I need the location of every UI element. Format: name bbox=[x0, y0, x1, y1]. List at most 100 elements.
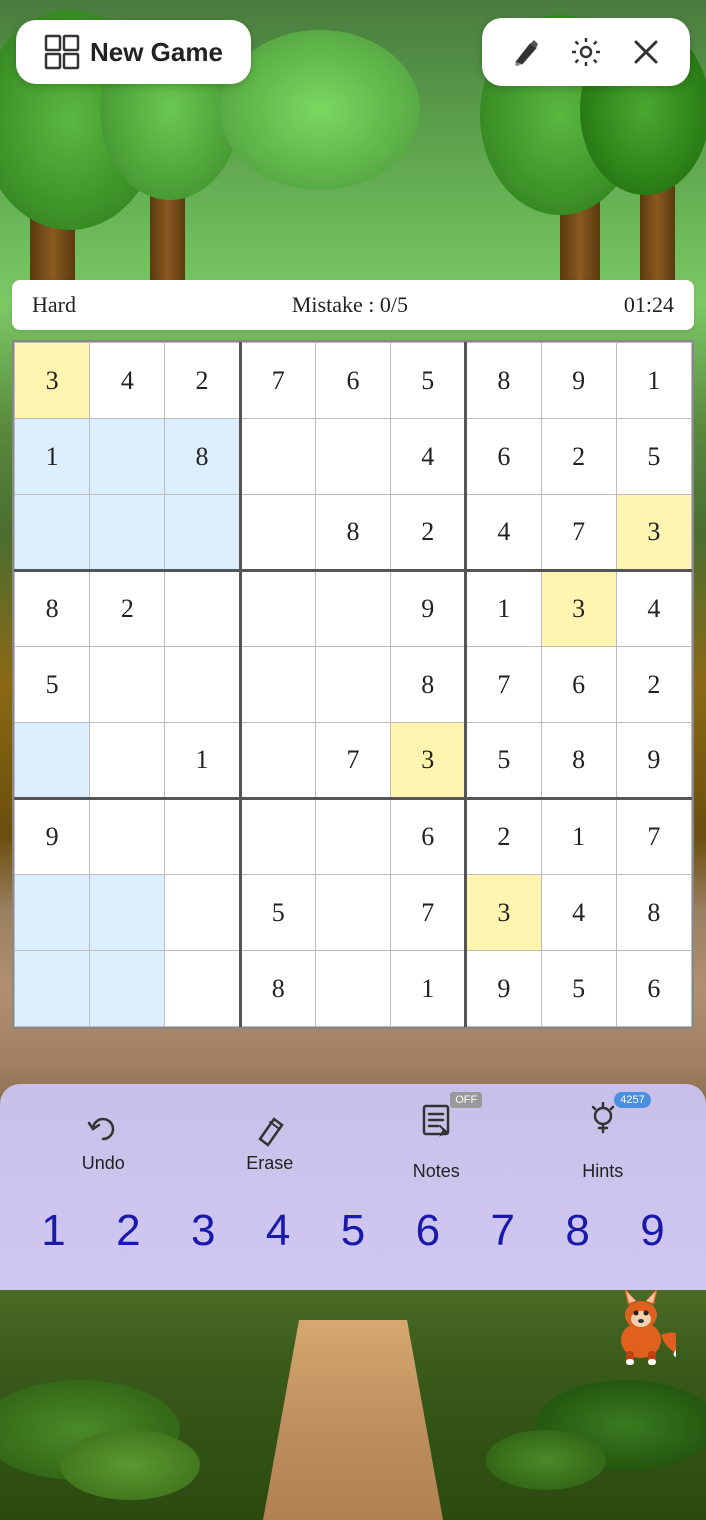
grid-cell[interactable]: 6 bbox=[315, 343, 390, 419]
notes-button[interactable]: OFF Notes bbox=[396, 1102, 476, 1182]
close-button[interactable] bbox=[618, 28, 674, 76]
grid-cell[interactable]: 8 bbox=[541, 723, 616, 799]
grid-cell[interactable]: 2 bbox=[391, 495, 466, 571]
grid-cell[interactable]: 6 bbox=[466, 419, 541, 495]
hints-button[interactable]: 4257 Hints bbox=[563, 1102, 643, 1182]
grid-cell[interactable]: 8 bbox=[315, 495, 390, 571]
erase-label: Erase bbox=[246, 1153, 293, 1174]
grid-cell[interactable] bbox=[315, 951, 390, 1027]
undo-button[interactable]: Undo bbox=[63, 1111, 143, 1174]
grid-cell[interactable]: 3 bbox=[616, 495, 691, 571]
grid-cell[interactable] bbox=[90, 495, 165, 571]
grid-cell[interactable]: 9 bbox=[391, 571, 466, 647]
grid-cell[interactable]: 5 bbox=[466, 723, 541, 799]
grid-cell[interactable] bbox=[315, 571, 390, 647]
grid-cell[interactable] bbox=[240, 419, 315, 495]
grid-cell[interactable]: 8 bbox=[466, 343, 541, 419]
grid-cell[interactable]: 2 bbox=[165, 343, 240, 419]
grid-cell[interactable]: 5 bbox=[15, 647, 90, 723]
grid-cell[interactable] bbox=[90, 875, 165, 951]
grid-cell[interactable]: 4 bbox=[616, 571, 691, 647]
grid-cell[interactable]: 1 bbox=[466, 571, 541, 647]
grid-table: 3427658911846258247382913458762173589962… bbox=[14, 342, 692, 1027]
settings-button[interactable] bbox=[558, 28, 614, 76]
grid-cell[interactable]: 9 bbox=[15, 799, 90, 875]
grid-cell[interactable]: 1 bbox=[391, 951, 466, 1027]
grid-cell[interactable]: 3 bbox=[466, 875, 541, 951]
grid-cell[interactable] bbox=[240, 571, 315, 647]
grid-cell[interactable]: 7 bbox=[616, 799, 691, 875]
grid-cell[interactable] bbox=[15, 495, 90, 571]
grid-cell[interactable]: 7 bbox=[315, 723, 390, 799]
erase-button[interactable]: Erase bbox=[230, 1111, 310, 1174]
grid-cell[interactable]: 8 bbox=[15, 571, 90, 647]
grid-cell[interactable]: 7 bbox=[391, 875, 466, 951]
grid-cell[interactable]: 8 bbox=[240, 951, 315, 1027]
num-button-6[interactable]: 6 bbox=[398, 1206, 458, 1256]
grid-cell[interactable] bbox=[15, 951, 90, 1027]
grid-cell[interactable]: 1 bbox=[541, 799, 616, 875]
grid-cell[interactable]: 5 bbox=[616, 419, 691, 495]
grid-cell[interactable]: 3 bbox=[15, 343, 90, 419]
grid-cell[interactable]: 2 bbox=[90, 571, 165, 647]
grid-cell[interactable]: 6 bbox=[541, 647, 616, 723]
num-button-3[interactable]: 3 bbox=[173, 1206, 233, 1256]
grid-cell[interactable] bbox=[90, 647, 165, 723]
grid-cell[interactable] bbox=[90, 723, 165, 799]
grid-cell[interactable]: 5 bbox=[541, 951, 616, 1027]
grid-cell[interactable]: 2 bbox=[616, 647, 691, 723]
grid-cell[interactable]: 5 bbox=[391, 343, 466, 419]
num-button-8[interactable]: 8 bbox=[548, 1206, 608, 1256]
grid-cell[interactable] bbox=[165, 495, 240, 571]
grid-cell[interactable]: 7 bbox=[240, 343, 315, 419]
grid-cell[interactable]: 2 bbox=[466, 799, 541, 875]
grid-cell[interactable]: 9 bbox=[466, 951, 541, 1027]
grid-cell[interactable]: 7 bbox=[466, 647, 541, 723]
new-game-button[interactable]: New Game bbox=[16, 20, 251, 84]
grid-cell[interactable] bbox=[315, 799, 390, 875]
grid-cell[interactable] bbox=[15, 875, 90, 951]
grid-cell[interactable] bbox=[315, 875, 390, 951]
grid-cell[interactable]: 2 bbox=[541, 419, 616, 495]
grid-cell[interactable]: 1 bbox=[165, 723, 240, 799]
grid-cell[interactable]: 8 bbox=[165, 419, 240, 495]
grid-cell[interactable] bbox=[165, 571, 240, 647]
grid-cell[interactable] bbox=[90, 799, 165, 875]
grid-cell[interactable]: 9 bbox=[616, 723, 691, 799]
grid-cell[interactable]: 1 bbox=[15, 419, 90, 495]
grid-cell[interactable] bbox=[240, 647, 315, 723]
num-button-4[interactable]: 4 bbox=[248, 1206, 308, 1256]
grid-cell[interactable] bbox=[165, 647, 240, 723]
grid-cell[interactable]: 8 bbox=[616, 875, 691, 951]
num-button-7[interactable]: 7 bbox=[473, 1206, 533, 1256]
brush-button[interactable] bbox=[498, 28, 554, 76]
grid-cell[interactable] bbox=[315, 419, 390, 495]
num-button-1[interactable]: 1 bbox=[23, 1206, 83, 1256]
grid-cell[interactable] bbox=[165, 875, 240, 951]
grid-cell[interactable] bbox=[165, 951, 240, 1027]
grid-cell[interactable]: 3 bbox=[391, 723, 466, 799]
grid-cell[interactable]: 5 bbox=[240, 875, 315, 951]
num-button-5[interactable]: 5 bbox=[323, 1206, 383, 1256]
grid-cell[interactable]: 9 bbox=[541, 343, 616, 419]
grid-cell[interactable] bbox=[240, 723, 315, 799]
grid-cell[interactable]: 7 bbox=[541, 495, 616, 571]
grid-cell[interactable]: 3 bbox=[541, 571, 616, 647]
grid-cell[interactable]: 6 bbox=[616, 951, 691, 1027]
grid-cell[interactable]: 1 bbox=[616, 343, 691, 419]
num-button-9[interactable]: 9 bbox=[622, 1206, 682, 1256]
grid-cell[interactable] bbox=[15, 723, 90, 799]
grid-cell[interactable]: 4 bbox=[90, 343, 165, 419]
grid-cell[interactable]: 8 bbox=[391, 647, 466, 723]
grid-cell[interactable]: 4 bbox=[541, 875, 616, 951]
grid-cell[interactable] bbox=[90, 419, 165, 495]
grid-cell[interactable]: 4 bbox=[466, 495, 541, 571]
grid-cell[interactable] bbox=[240, 495, 315, 571]
num-button-2[interactable]: 2 bbox=[98, 1206, 158, 1256]
grid-cell[interactable] bbox=[165, 799, 240, 875]
grid-cell[interactable] bbox=[90, 951, 165, 1027]
grid-cell[interactable] bbox=[315, 647, 390, 723]
grid-cell[interactable]: 6 bbox=[391, 799, 466, 875]
grid-cell[interactable]: 4 bbox=[391, 419, 466, 495]
grid-cell[interactable] bbox=[240, 799, 315, 875]
